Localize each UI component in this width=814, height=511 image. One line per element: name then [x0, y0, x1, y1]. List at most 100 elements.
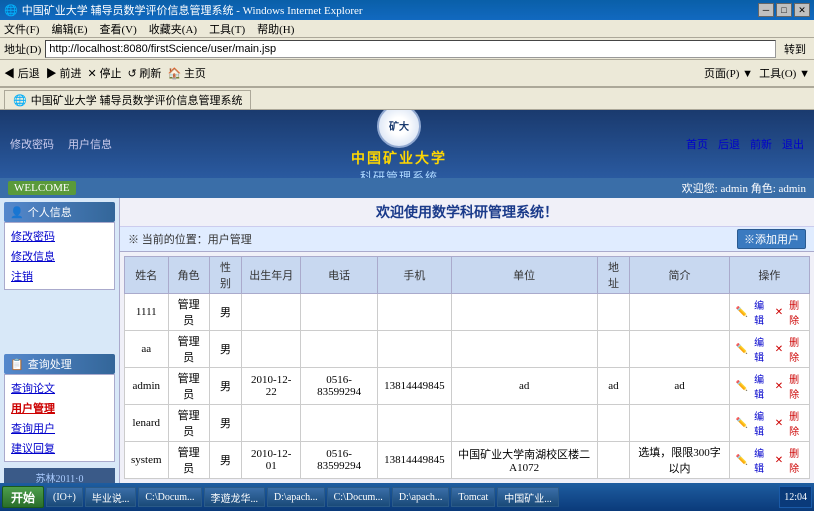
delete-link-2[interactable]: 删除 — [785, 371, 803, 401]
table-cell: 13814449845 — [378, 442, 452, 479]
header-banner: 修改密码 用户信息 矿大 中国矿业大学 科研管理系统 首页 后退 前新 退出 — [0, 110, 814, 178]
table-cell — [378, 405, 452, 442]
refresh-btn[interactable]: ↺ 刷新 — [127, 65, 161, 81]
col-mobile: 手机 — [378, 257, 452, 294]
table-cell: 中国矿业大学南湖校区楼二A1072 — [451, 442, 597, 479]
nav-next[interactable]: 前新 — [750, 136, 772, 152]
taskbar-item-0[interactable]: (IO+) — [46, 487, 83, 507]
table-cell: 2010-12-01 — [242, 442, 301, 479]
nav-home[interactable]: 首页 — [686, 136, 708, 152]
table-cell: 0516-83599294 — [301, 442, 378, 479]
table-cell: ad — [451, 368, 597, 405]
action-cell: ✏️ 编辑 ✕ 删除 — [729, 405, 809, 442]
tab-label: 中国矿业大学 辅导员数学评价信息管理系统 — [31, 92, 243, 108]
nav-modify-pwd[interactable]: 修改密码 — [10, 136, 54, 152]
table-cell: 0516-83599294 — [301, 368, 378, 405]
close-btn[interactable]: ✕ — [794, 3, 810, 17]
col-role: 角色 — [168, 257, 209, 294]
taskbar-item-3[interactable]: 李遊龙华... — [204, 487, 266, 507]
table-row: lenard管理员男 ✏️ 编辑 ✕ 删除 — [125, 405, 810, 442]
table-cell: 男 — [209, 442, 242, 479]
add-user-button[interactable]: ※添加用户 — [737, 229, 806, 249]
go-button[interactable]: 转到 — [780, 39, 810, 59]
table-cell: 管理员 — [168, 368, 209, 405]
menu-file[interactable]: 文件(F) — [4, 21, 39, 37]
table-cell: 男 — [209, 405, 242, 442]
menu-help[interactable]: 帮助(H) — [257, 21, 294, 37]
nav-back[interactable]: 后退 — [718, 136, 740, 152]
edit-link-0[interactable]: 编辑 — [750, 297, 768, 327]
col-birthday: 出生年月 — [242, 257, 301, 294]
maximize-btn[interactable]: □ — [776, 3, 792, 17]
delete-link-3[interactable]: 删除 — [785, 408, 803, 438]
menu-tools[interactable]: 工具(T) — [209, 21, 245, 37]
link-query-paper[interactable]: 查询论文 — [9, 379, 110, 397]
table-cell: 1111 — [125, 294, 169, 331]
taskbar-item-8[interactable]: 中国矿业... — [497, 487, 559, 507]
nav-logout[interactable]: 退出 — [782, 136, 804, 152]
edit-link-1[interactable]: 编辑 — [750, 334, 768, 364]
address-input[interactable] — [45, 40, 776, 58]
stop-btn[interactable]: ✕ 停止 — [88, 65, 122, 81]
taskbar-item-2[interactable]: C:\Docum... — [138, 487, 201, 507]
window-controls: ─ □ ✕ — [758, 3, 810, 17]
forward-btn[interactable]: ▶ 前进 — [46, 65, 82, 81]
delete-link-0[interactable]: 删除 — [785, 297, 803, 327]
table-cell — [451, 294, 597, 331]
nav-user-info[interactable]: 用户信息 — [68, 136, 112, 152]
table-cell — [630, 405, 729, 442]
delete-link-1[interactable]: 删除 — [785, 334, 803, 364]
sidebar-query-header: 📋 查询处理 — [4, 354, 115, 374]
ie-toolbar: ◀ 后退 ▶ 前进 ✕ 停止 ↺ 刷新 🏠 主页 页面(P) ▼ 工具(O) ▼ — [0, 60, 814, 88]
main-tab[interactable]: 🌐 中国矿业大学 辅导员数学评价信息管理系统 — [4, 90, 251, 109]
col-intro: 简介 — [630, 257, 729, 294]
table-cell: admin — [125, 368, 169, 405]
minimize-btn[interactable]: ─ — [758, 3, 774, 17]
taskbar: 开始 (IO+)毕业说...C:\Docum...李遊龙华...D:\apach… — [0, 483, 814, 511]
taskbar-item-7[interactable]: Tomcat — [451, 487, 495, 507]
edit-link-4[interactable]: 编辑 — [750, 445, 768, 475]
link-change-info[interactable]: 修改信息 — [9, 247, 110, 265]
taskbar-item-4[interactable]: D:\apach... — [267, 487, 325, 507]
start-button[interactable]: 开始 — [2, 486, 44, 508]
page-btn[interactable]: 页面(P) ▼ — [704, 65, 753, 81]
table-cell — [597, 294, 630, 331]
sidebar-personal-section: 👤 个人信息 修改密码 修改信息 注销 — [4, 202, 115, 290]
welcome-title: 欢迎使用数学科研管理系统！ — [120, 198, 814, 227]
table-cell — [242, 294, 301, 331]
link-user-mgmt[interactable]: 用户管理 — [9, 399, 110, 417]
table-cell — [378, 331, 452, 368]
back-btn[interactable]: ◀ 后退 — [4, 65, 40, 81]
tools-btn[interactable]: 工具(O) ▼ — [759, 65, 810, 81]
table-cell — [451, 331, 597, 368]
taskbar-item-5[interactable]: C:\Docum... — [327, 487, 390, 507]
edit-link-2[interactable]: 编辑 — [750, 371, 768, 401]
table-cell: 男 — [209, 368, 242, 405]
table-row: 1111管理员男 ✏️ 编辑 ✕ 删除 — [125, 294, 810, 331]
table-cell — [378, 294, 452, 331]
page-content: 修改密码 用户信息 矿大 中国矿业大学 科研管理系统 首页 后退 前新 退出 W… — [0, 110, 814, 489]
delete-link-4[interactable]: 删除 — [785, 445, 803, 475]
menu-edit[interactable]: 编辑(E) — [51, 21, 87, 37]
edit-icon-3: ✏️ — [736, 418, 748, 429]
user-icon: 👤 — [10, 206, 24, 219]
link-suggestion-reply[interactable]: 建议回复 — [9, 439, 110, 457]
table-cell: 管理员 — [168, 442, 209, 479]
link-change-pwd[interactable]: 修改密码 — [9, 227, 110, 245]
edit-link-3[interactable]: 编辑 — [750, 408, 768, 438]
user-table: 姓名 角色 性别 出生年月 电话 手机 单位 地址 简介 操作 — [124, 256, 810, 479]
table-cell: 选填，限限300字以内 — [630, 442, 729, 479]
taskbar-item-1[interactable]: 毕业说... — [85, 487, 137, 507]
link-logout[interactable]: 注销 — [9, 267, 110, 285]
content-area: 欢迎使用数学科研管理系统！ ※ 当前的位置：用户管理 ※添加用户 姓名 角色 性… — [120, 198, 814, 489]
tray-time: 12:04 — [784, 492, 807, 503]
table-cell — [451, 405, 597, 442]
sidebar-query-section: 📋 查询处理 查询论文 用户管理 查询用户 建议回复 — [4, 354, 115, 462]
taskbar-item-6[interactable]: D:\apach... — [392, 487, 450, 507]
link-query-user[interactable]: 查询用户 — [9, 419, 110, 437]
table-cell: lenard — [125, 405, 169, 442]
table-row: admin管理员男2010-12-220516-8359929413814449… — [125, 368, 810, 405]
menu-favorites[interactable]: 收藏夹(A) — [149, 21, 197, 37]
home-btn[interactable]: 🏠 主页 — [167, 65, 205, 81]
menu-view[interactable]: 查看(V) — [100, 21, 137, 37]
